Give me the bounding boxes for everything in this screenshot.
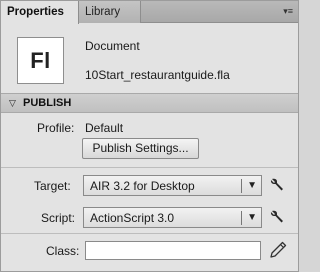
document-type-label: Document — [85, 39, 140, 53]
document-filename: 10Start_restaurantguide.fla — [85, 68, 230, 82]
wrench-icon[interactable] — [269, 177, 285, 193]
profile-value: Default — [85, 121, 124, 135]
target-label: Target: — [34, 179, 71, 193]
wrench-icon[interactable] — [269, 209, 285, 225]
tab-properties[interactable]: Properties — [1, 1, 79, 24]
publish-section-title: PUBLISH — [23, 97, 72, 109]
panel-tab-bar: Properties Library ▾≡ — [1, 1, 298, 24]
profile-label: Profile: — [37, 121, 75, 135]
document-type-icon: Fl — [17, 37, 64, 84]
select-separator — [241, 211, 242, 225]
target-select[interactable]: AIR 3.2 for Desktop ▼ — [83, 175, 262, 196]
panel-menu-icon[interactable]: ▾≡ — [279, 5, 293, 17]
script-label: Script: — [41, 211, 76, 225]
properties-panel: Properties Library ▾≡ Fl Document 10Star… — [0, 0, 299, 272]
target-select-value: AIR 3.2 for Desktop — [90, 179, 195, 193]
script-select[interactable]: ActionScript 3.0 ▼ — [83, 207, 262, 228]
script-select-value: ActionScript 3.0 — [90, 211, 175, 225]
pencil-icon[interactable] — [269, 241, 287, 259]
publish-section-header[interactable]: ▽ PUBLISH — [1, 93, 298, 113]
select-separator — [241, 179, 242, 193]
tab-library[interactable]: Library — [79, 1, 141, 23]
chevron-down-icon: ▼ — [247, 212, 257, 223]
chevron-down-icon: ▼ — [247, 180, 257, 191]
divider — [1, 233, 298, 234]
collapse-arrow-icon[interactable]: ▽ — [9, 98, 16, 109]
class-label: Class: — [46, 244, 80, 258]
divider — [1, 167, 298, 168]
class-input[interactable] — [85, 241, 261, 260]
publish-settings-button[interactable]: Publish Settings... — [82, 138, 199, 159]
